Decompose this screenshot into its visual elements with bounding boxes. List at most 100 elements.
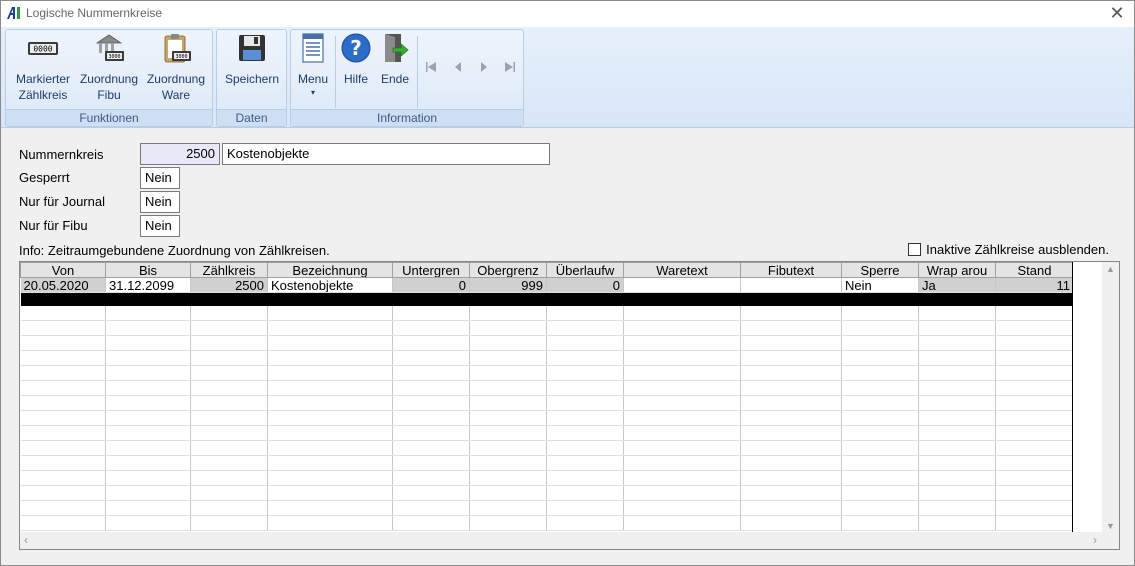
empty-cell[interactable] [267, 365, 393, 381]
empty-cell[interactable] [841, 500, 919, 516]
cell-zaehlkreis[interactable]: 2500 [190, 277, 268, 293]
empty-cell[interactable] [267, 485, 393, 501]
empty-cell[interactable] [546, 335, 624, 351]
empty-cell[interactable] [995, 380, 1072, 396]
empty-cell[interactable] [740, 365, 842, 381]
previous-record-icon[interactable] [451, 60, 465, 74]
empty-cell[interactable] [546, 515, 624, 531]
empty-cell[interactable] [918, 395, 996, 411]
empty-cell[interactable] [392, 365, 470, 381]
empty-cell[interactable] [469, 305, 547, 321]
empty-cell[interactable] [546, 410, 624, 426]
empty-cell[interactable] [546, 485, 624, 501]
empty-row[interactable] [20, 500, 1072, 516]
nummernkreis-number-field[interactable]: 2500 [140, 143, 220, 165]
empty-cell[interactable] [190, 365, 268, 381]
empty-cell[interactable] [469, 410, 547, 426]
empty-cell[interactable] [995, 305, 1072, 321]
empty-cell[interactable] [392, 470, 470, 486]
table-row[interactable]: 20.05.2020 31.12.2099 2500 Kostenobjekte… [20, 277, 1072, 293]
empty-cell[interactable] [740, 470, 842, 486]
empty-cell[interactable] [469, 425, 547, 441]
empty-cell[interactable] [105, 515, 191, 531]
empty-cell[interactable] [190, 380, 268, 396]
empty-cell[interactable] [392, 350, 470, 366]
empty-cell[interactable] [623, 410, 741, 426]
empty-cell[interactable] [20, 440, 106, 456]
empty-cell[interactable] [190, 515, 268, 531]
empty-cell[interactable] [469, 470, 547, 486]
cell-ueberlauf[interactable]: 0 [546, 277, 624, 293]
empty-cell[interactable] [190, 470, 268, 486]
empty-cell[interactable] [105, 410, 191, 426]
nummernkreis-name-field[interactable]: Kostenobjekte [222, 143, 550, 165]
empty-cell[interactable] [20, 395, 106, 411]
empty-cell[interactable] [267, 425, 393, 441]
cell-bis[interactable]: 31.12.2099 [105, 277, 191, 293]
zuordnung-ware-button[interactable]: 3000 Zuordnung Ware [142, 32, 210, 103]
empty-cell[interactable] [918, 485, 996, 501]
col-header-zaehlkreis[interactable]: Zählkreis [190, 262, 268, 278]
horizontal-scrollbar[interactable]: ‹ › [20, 532, 1119, 549]
empty-cell[interactable] [841, 395, 919, 411]
empty-cell[interactable] [995, 485, 1072, 501]
empty-cell[interactable] [20, 455, 106, 471]
empty-cell[interactable] [623, 380, 741, 396]
empty-cell[interactable] [841, 350, 919, 366]
empty-cell[interactable] [841, 425, 919, 441]
empty-cell[interactable] [392, 380, 470, 396]
close-window-button[interactable]: ✕ [1108, 4, 1126, 22]
empty-cell[interactable] [267, 500, 393, 516]
empty-cell[interactable] [623, 425, 741, 441]
empty-cell[interactable] [20, 410, 106, 426]
empty-cell[interactable] [392, 500, 470, 516]
empty-cell[interactable] [190, 335, 268, 351]
empty-cell[interactable] [105, 425, 191, 441]
cell-wrap-around[interactable]: Ja [918, 277, 996, 293]
cell-waretext[interactable] [623, 277, 741, 293]
empty-cell[interactable] [546, 320, 624, 336]
empty-cell[interactable] [623, 320, 741, 336]
empty-cell[interactable] [267, 440, 393, 456]
empty-cell[interactable] [190, 350, 268, 366]
scroll-left-icon[interactable]: ‹ [24, 533, 28, 547]
empty-cell[interactable] [740, 500, 842, 516]
cell-untergrenze[interactable]: 0 [392, 277, 470, 293]
empty-cell[interactable] [623, 485, 741, 501]
empty-cell[interactable] [995, 350, 1072, 366]
empty-cell[interactable] [392, 320, 470, 336]
empty-cell[interactable] [105, 365, 191, 381]
empty-cell[interactable] [105, 500, 191, 516]
empty-row[interactable] [20, 395, 1072, 411]
empty-cell[interactable] [995, 365, 1072, 381]
empty-cell[interactable] [546, 455, 624, 471]
empty-cell[interactable] [20, 305, 106, 321]
empty-cell[interactable] [841, 365, 919, 381]
cell-stand[interactable]: 11 [995, 277, 1072, 293]
empty-cell[interactable] [623, 500, 741, 516]
empty-cell[interactable] [392, 485, 470, 501]
empty-cell[interactable] [995, 515, 1072, 531]
nur-fuer-fibu-field[interactable]: Nein [140, 215, 180, 237]
empty-cell[interactable] [918, 335, 996, 351]
empty-cell[interactable] [995, 335, 1072, 351]
empty-cell[interactable] [20, 350, 106, 366]
empty-cell[interactable] [105, 320, 191, 336]
gesperrt-field[interactable]: Nein [140, 167, 180, 189]
first-record-icon[interactable] [424, 60, 438, 74]
empty-cell[interactable] [546, 380, 624, 396]
cell-fibutext[interactable] [740, 277, 842, 293]
empty-row[interactable] [20, 305, 1072, 321]
col-header-von[interactable]: Von [20, 262, 106, 278]
empty-cell[interactable] [841, 320, 919, 336]
empty-cell[interactable] [20, 320, 106, 336]
col-header-wrap-around[interactable]: Wrap arou [918, 262, 996, 278]
empty-cell[interactable] [918, 380, 996, 396]
empty-cell[interactable] [623, 440, 741, 456]
empty-cell[interactable] [918, 470, 996, 486]
empty-cell[interactable] [190, 500, 268, 516]
empty-cell[interactable] [841, 470, 919, 486]
col-header-stand[interactable]: Stand [995, 262, 1072, 278]
empty-cell[interactable] [623, 350, 741, 366]
empty-cell[interactable] [392, 395, 470, 411]
